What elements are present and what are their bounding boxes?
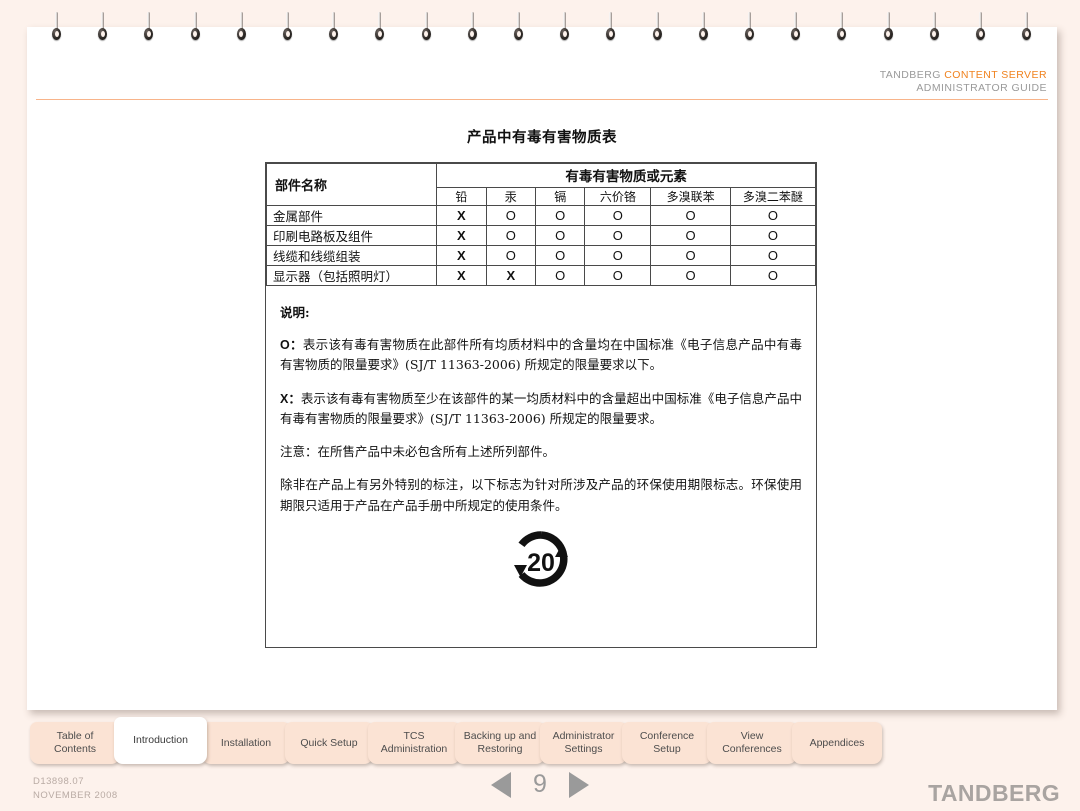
header-subtitle: ADMINISTRATOR GUIDE	[916, 82, 1047, 95]
page-number: 9	[533, 770, 547, 798]
cell-mark-0: X	[436, 205, 487, 226]
header-substance-0: 铅	[436, 187, 487, 206]
header-product: CONTENT SERVER	[944, 69, 1047, 81]
tab-view-conferences[interactable]: View Conferences	[707, 722, 797, 764]
cell-part-name: 线缆和线缆组装	[265, 245, 438, 266]
table-body: 金属部件 X O O O O O 印刷电路板及组件 X O O O O O 线缆和线缆组装 X O O O O O 显示器…	[265, 205, 817, 286]
note-o-lead: O：	[280, 338, 303, 352]
notes-section: 说明: O：表示该有毒有害物质在此部件所有均质材料中的含量均在中国标准《电子信息…	[266, 286, 816, 647]
tab-installation[interactable]: Installation	[202, 722, 290, 764]
cell-mark-2: O	[534, 225, 586, 246]
tab-quick-setup[interactable]: Quick Setup	[285, 722, 373, 764]
cell-mark-0: X	[436, 265, 487, 286]
tab-tcs-administration[interactable]: TCS Administration	[368, 722, 460, 764]
header-divider	[36, 99, 1048, 100]
header-brand: TANDBERG	[879, 69, 941, 81]
tab-label: Table of Contents	[53, 730, 97, 755]
header-substance-1: 汞	[485, 187, 537, 206]
header-product-line: TANDBERG CONTENT SERVER	[880, 69, 1047, 82]
environmental-protection-use-period-icon: 20	[506, 529, 576, 591]
cell-mark-3: O	[584, 205, 652, 226]
cell-mark-4: O	[650, 265, 731, 286]
next-page-arrow-icon[interactable]	[569, 771, 589, 798]
cell-part-name: 印刷电路板及组件	[265, 225, 438, 246]
cell-mark-5: O	[729, 265, 817, 286]
header-substance-2: 镉	[534, 187, 586, 206]
note-attention: 注意：在所售产品中未必包含所有上述所列部件。	[280, 444, 556, 459]
rohs-table-block: 部件名称 有毒有害物质或元素 铅汞镉六价铬 多溴联苯 多溴二苯醚 金属部件 X O O O O…	[265, 162, 817, 648]
tab-administrator-settings[interactable]: Administrator Settings	[540, 722, 627, 764]
cell-mark-0: X	[436, 245, 487, 266]
hazardous-substances-table: 部件名称 有毒有害物质或元素 铅汞镉六价铬 多溴联苯 多溴二苯醚 金属部件 X O O O O…	[265, 163, 817, 286]
cell-part-name: 金属部件	[265, 205, 438, 226]
table-head-row-group: 部件名称 有毒有害物质或元素	[265, 163, 816, 206]
cell-mark-4: O	[650, 245, 731, 266]
header-part-name: 部件名称	[265, 163, 438, 206]
header-substance-4: 多溴联苯	[650, 187, 731, 206]
tab-label: View Conferences	[722, 730, 782, 755]
cell-mark-5: O	[729, 245, 817, 266]
table-row: 印刷电路板及组件 X O O O O O	[265, 225, 817, 246]
cell-mark-3: O	[584, 225, 652, 246]
cell-mark-3: O	[584, 265, 652, 286]
cell-mark-1: O	[485, 245, 537, 266]
cell-mark-1: O	[485, 205, 537, 226]
cell-mark-1: X	[485, 265, 537, 286]
tab-label: TCS Administration	[380, 730, 448, 755]
tab-label: Administrator Settings	[552, 730, 615, 755]
page-title: 产品中有毒有害物质表	[467, 129, 617, 146]
cell-mark-5: O	[729, 205, 817, 226]
note-x-text: 表示该有毒有害物质至少在该部件的某一均质材料中的含量超出中国标准《电子信息产品中…	[280, 390, 802, 426]
tab-label: Quick Setup	[300, 736, 358, 749]
tab-table-of-contents[interactable]: Table of Contents	[30, 722, 120, 764]
header-substance-3: 六价铬	[584, 187, 652, 206]
notes-bottom-spacer	[280, 591, 802, 637]
table-row: 金属部件 X O O O O O	[265, 205, 817, 226]
cell-mark-4: O	[650, 205, 731, 226]
cell-mark-4: O	[650, 225, 731, 246]
tab-conference-setup[interactable]: Conference Setup	[622, 722, 712, 764]
page-header: TANDBERG CONTENT SERVER ADMINISTRATOR GU…	[880, 69, 1047, 95]
tab-backing-up-and-restoring[interactable]: Backing up and Restoring	[455, 722, 545, 764]
cell-mark-2: O	[534, 265, 586, 286]
page-navigation[interactable]: 9	[0, 770, 1080, 799]
table-row: 显示器（包括照明灯） X X O O O O	[265, 265, 817, 286]
tab-label: Conference Setup	[639, 730, 695, 755]
note-x: X：表示该有毒有害物质至少在该部件的某一均质材料中的含量超出中国标准《电子信息产…	[280, 389, 802, 430]
header-substance-5: 多溴二苯醚	[729, 187, 817, 206]
table-head: 部件名称 有毒有害物质或元素 铅汞镉六价铬 多溴联苯 多溴二苯醚	[265, 163, 817, 206]
note-o-text: 表示该有毒有害物质在此部件所有均质材料中的含量均在中国标准《电子信息产品中有毒有…	[280, 337, 802, 373]
table-row: 线缆和线缆组装 X O O O O O	[265, 245, 817, 266]
tab-introduction[interactable]: Introduction	[114, 717, 207, 764]
tab-label: Introduction	[133, 734, 188, 747]
tab-label: Appendices	[809, 736, 865, 749]
previous-page-arrow-icon[interactable]	[491, 771, 511, 798]
section-tab-bar[interactable]: Table of Contents Introduction Installation…	[0, 714, 1080, 766]
epup-number: 20	[527, 549, 555, 577]
header-substance-group: 有毒有害物质或元素	[436, 163, 816, 188]
cell-mark-5: O	[729, 225, 817, 246]
tandberg-logo: TANDBERG	[928, 780, 1060, 806]
cell-mark-0: X	[436, 225, 487, 246]
note-x-lead: X：	[280, 391, 301, 406]
cell-mark-2: O	[534, 245, 586, 266]
cell-mark-2: O	[534, 205, 586, 226]
cell-mark-1: O	[485, 225, 537, 246]
document-page: TANDBERG CONTENT SERVER ADMINISTRATOR GU…	[27, 27, 1057, 710]
tab-appendices[interactable]: Appendices	[792, 722, 882, 764]
tab-label: Installation	[220, 736, 272, 749]
tab-label: Backing up and Restoring	[463, 730, 537, 755]
notes-heading: 说明:	[280, 305, 310, 320]
cell-mark-3: O	[584, 245, 652, 266]
note-use-period: 除非在产品上有另外特别的标注，以下标志为针对所涉及产品的环保使用期限标志。环保使…	[280, 477, 802, 513]
cell-part-name: 显示器（包括照明灯）	[265, 265, 438, 286]
note-o: O：表示该有毒有害物质在此部件所有均质材料中的含量均在中国标准《电子信息产品中有…	[280, 335, 802, 376]
